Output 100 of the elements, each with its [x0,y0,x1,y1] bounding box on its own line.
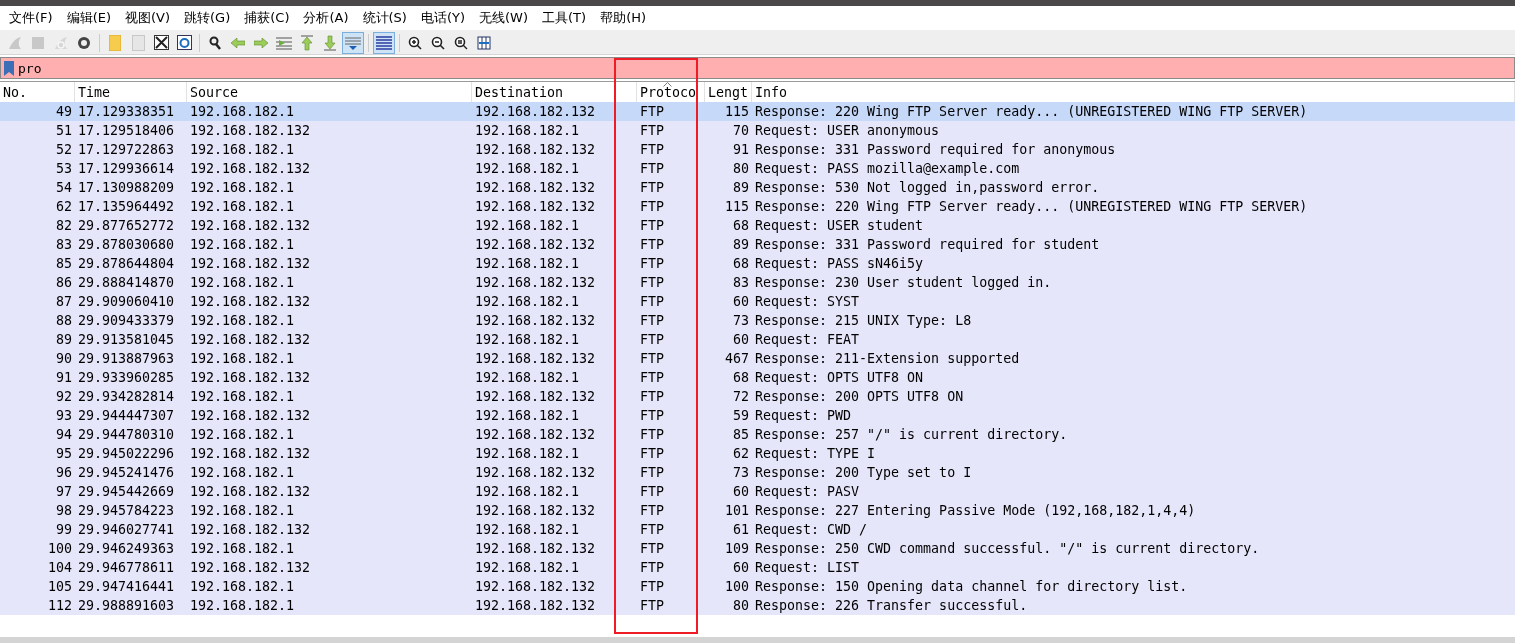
table-cell-text: 192.168.182.1 [189,275,296,290]
table-cell-text: 192.168.182.132 [474,579,597,594]
menu-item[interactable]: 捕获(C) [237,9,297,27]
table-cell-text: 192.168.182.1 [189,313,296,328]
packet-row[interactable]: 98 29.945784223 192.168.182.1 192.168.182.132 FTP 101 Response: 227 Entering Passive Mode (192,168,182,1,4,4) [0,501,1515,520]
table-cell-text: 53 [55,161,73,176]
table-cell-text: Response: 200 OPTS UTF8 ON [754,389,965,404]
table-cell-text: 192.168.182.132 [189,446,312,461]
table-cell-text: 83 [732,275,750,290]
scroll-lines-icon [345,35,361,50]
packet-row[interactable]: 85 29.878644804 192.168.182.132 192.168.182.1 FTP 68 Request: PASS sN46i5y [0,254,1515,273]
table-cell-text: FTP [639,503,666,518]
table-cell-text: 192.168.182.1 [474,446,581,461]
table-cell-text: 192.168.182.132 [189,370,312,385]
table-cell-text: 29.878644804 [77,256,176,271]
packet-row[interactable]: 90 29.913887963 192.168.182.1 192.168.182.132 FTP 467 Response: 211-Extension supported [0,349,1515,368]
table-cell-text: 192.168.182.132 [189,332,312,347]
table-cell-text: 99 [55,522,73,537]
display-filter-field[interactable]: pro [0,57,1515,79]
packet-row[interactable]: 99 29.946027741 192.168.182.132 192.168.182.1 FTP 61 Request: CWD / [0,520,1515,539]
zoom-in-icon [408,35,422,50]
table-cell-text: Response: 530 Not logged in,password error. [754,180,1101,195]
menu-item[interactable]: 工具(T) [535,9,594,27]
table-cell-text: 97 [55,484,73,499]
table-cell-text: Request: CWD / [754,522,869,537]
table-cell-text: Request: PASS mozilla@example.com [754,161,1021,176]
packet-row[interactable]: 94 29.944780310 192.168.182.1 192.168.182.132 FTP 85 Response: 257 "/" is current directory. [0,425,1515,444]
table-cell-text: 192.168.182.132 [189,408,312,423]
table-cell-text: 89 [55,332,73,347]
table-cell-text: 192.168.182.1 [474,408,581,423]
packet-row[interactable]: 88 29.909433379 192.168.182.1 192.168.182.132 FTP 73 Response: 215 UNIX Type: L8 [0,311,1515,330]
table-cell-text: FTP [639,313,666,328]
packet-row[interactable]: 89 29.913581045 192.168.182.132 192.168.182.1 FTP 60 Request: FEAT [0,330,1515,349]
packet-row[interactable]: 87 29.909060410 192.168.182.132 192.168.182.1 FTP 60 Request: SYST [0,292,1515,311]
table-cell-text: Request: FEAT [754,332,861,347]
table-cell-text: 192.168.182.132 [189,161,312,176]
horizontal-scrollbar[interactable] [0,637,1515,643]
table-cell-text: 192.168.182.1 [189,503,296,518]
packet-row[interactable]: 91 29.933960285 192.168.182.132 192.168.182.1 FTP 68 Request: OPTS UTF8 ON [0,368,1515,387]
table-cell-text: FTP [639,522,666,537]
packet-row[interactable]: 54 17.130988209 192.168.182.1 192.168.182.132 FTP 89 Response: 530 Not logged in,password error. [0,178,1515,197]
menu-item[interactable]: 电话(Y) [413,9,473,27]
table-cell-text: 192.168.182.132 [474,503,597,518]
packet-row[interactable]: 52 17.129722863 192.168.182.1 192.168.182.132 FTP 91 Response: 331 Password required for anonymous [0,140,1515,159]
table-cell-text: FTP [639,142,666,157]
menu-item[interactable]: 编辑(E) [59,9,118,27]
table-cell-text: FTP [639,332,666,347]
menu-item[interactable]: 无线(W) [472,9,536,27]
menu-item[interactable]: 跳转(G) [177,9,238,27]
shark-fin-icon [8,35,22,50]
table-cell-text: 92 [55,389,73,404]
packet-row[interactable]: 92 29.934282814 192.168.182.1 192.168.182.132 FTP 72 Response: 200 OPTS UTF8 ON [0,387,1515,406]
table-cell-text: 17.129936614 [77,161,176,176]
menu-item[interactable]: 帮助(H) [593,9,654,27]
packet-row[interactable]: 112 29.988891603 192.168.182.1 192.168.182.132 FTP 80 Response: 226 Transfer successful. [0,596,1515,615]
table-cell-text: 192.168.182.132 [474,104,597,119]
table-cell-text: 68 [732,256,750,271]
table-cell-text: 91 [55,370,73,385]
menu-item[interactable]: 视图(V) [118,9,178,27]
table-cell-text: FTP [639,256,666,271]
table-cell-text: 72 [732,389,750,404]
table-cell-text: 192.168.182.1 [189,199,296,214]
table-cell-text: FTP [639,294,666,309]
table-cell-text: 70 [732,123,750,138]
packet-row[interactable]: 104 29.946778611 192.168.182.132 192.168.182.1 FTP 60 Request: LIST [0,558,1515,577]
packet-row[interactable]: 93 29.944447307 192.168.182.132 192.168.182.1 FTP 59 Request: PWD [0,406,1515,425]
packet-row[interactable]: 49 17.129338351 192.168.182.1 192.168.182.132 FTP 115 Response: 220 Wing FTP Server ready... (UNREGISTERED WING FTP SERVER) [0,102,1515,121]
table-cell-text: 192.168.182.132 [189,256,312,271]
table-cell-text: 192.168.182.1 [189,389,296,404]
packet-row[interactable]: 96 29.945241476 192.168.182.1 192.168.182.132 FTP 73 Response: 200 Type set to I [0,463,1515,482]
table-cell-text: 29.934282814 [77,389,176,404]
table-cell-text: 73 [732,465,750,480]
table-cell-text: 192.168.182.1 [474,218,581,233]
table-cell-text: 60 [732,332,750,347]
table-cell-text: 60 [732,294,750,309]
packet-row[interactable]: 82 29.877652772 192.168.182.132 192.168.182.1 FTP 68 Request: USER student [0,216,1515,235]
table-cell-text: Response: 200 Type set to I [754,465,973,480]
menu-item[interactable]: 统计(S) [355,9,414,27]
table-cell-text: 112 [46,598,73,613]
table-cell-text: 90 [55,351,73,366]
table-cell-text: Response: 150 Opening data channel for directory list. [754,579,1189,594]
table-cell-text: 192.168.182.1 [474,370,581,385]
packet-row[interactable]: 97 29.945442669 192.168.182.132 192.168.182.1 FTP 60 Request: PASV [0,482,1515,501]
packet-row[interactable]: 53 17.129936614 192.168.182.132 192.168.182.1 FTP 80 Request: PASS mozilla@example.com [0,159,1515,178]
packet-row[interactable]: 95 29.945022296 192.168.182.132 192.168.182.1 FTP 62 Request: TYPE I [0,444,1515,463]
table-cell-text: 68 [732,218,750,233]
table-cell-text: FTP [639,484,666,499]
table-cell-text: 88 [55,313,73,328]
packet-row[interactable]: 105 29.947416441 192.168.182.1 192.168.182.132 FTP 100 Response: 150 Opening data channel for directory list. [0,577,1515,596]
table-cell-text: FTP [639,218,666,233]
packet-row[interactable]: 51 17.129518406 192.168.182.132 192.168.182.1 FTP 70 Request: USER anonymous [0,121,1515,140]
table-cell-text: 82 [55,218,73,233]
menu-item[interactable]: 文件(F) [2,9,60,27]
table-cell-text: 192.168.182.132 [189,522,312,537]
packet-row[interactable]: 83 29.878030680 192.168.182.1 192.168.182.132 FTP 89 Response: 331 Password required for student [0,235,1515,254]
packet-row[interactable]: 86 29.888414870 192.168.182.1 192.168.182.132 FTP 83 Response: 230 User student logged in. [0,273,1515,292]
menu-item[interactable]: 分析(A) [296,9,356,27]
lines-icon [376,35,392,50]
packet-row[interactable]: 100 29.946249363 192.168.182.1 192.168.182.132 FTP 109 Response: 250 CWD command successful. "/" is current directory. [0,539,1515,558]
packet-row[interactable]: 62 17.135964492 192.168.182.1 192.168.182.132 FTP 115 Response: 220 Wing FTP Server ready... (UNREGISTERED WING FTP SERVER) [0,197,1515,216]
